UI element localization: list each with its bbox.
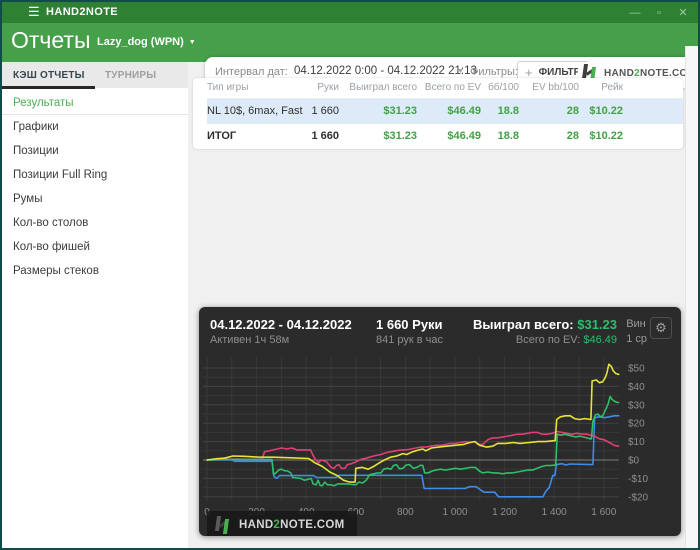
graph-hands: 1 660 Руки 841 рук в час (376, 317, 444, 346)
col-bb100[interactable]: бб/100 (481, 78, 519, 98)
graph-hands-per-hour: 841 рук в час (376, 334, 444, 346)
active-tab-underline (2, 86, 95, 89)
graph-settings-button[interactable]: ⚙ (650, 317, 672, 339)
app-title: HAND2NOTE (46, 6, 119, 18)
table-row[interactable]: NL 10$, 6max, Fast 1 660 $31.23 $46.49 1… (207, 97, 683, 124)
sidebar: КЭШ ОТЧЕТЫ ТУРНИРЫ Результаты Графики По… (2, 62, 188, 548)
svg-text:$20: $20 (628, 419, 645, 430)
page-title: Отчеты (11, 27, 91, 53)
graph-date-range: 04.12.2022 - 04.12.2022 Активен 1ч 58м (210, 317, 352, 346)
svg-text:1 400: 1 400 (542, 507, 567, 518)
app-window: ☰ HAND2NOTE — ▫ ✕ Отчеты Lazy_dog (WPN) ▼… (0, 0, 700, 550)
svg-text:$40: $40 (628, 382, 645, 393)
graph-panel: 04.12.2022 - 04.12.2022 Активен 1ч 58м 1… (199, 307, 681, 536)
svg-text:-$10: -$10 (628, 474, 648, 485)
sidebar-tabbar: КЭШ ОТЧЕТЫ ТУРНИРЫ (2, 62, 188, 89)
tab-tournaments[interactable]: ТУРНИРЫ (105, 62, 156, 88)
filters-label: Фильтры: (470, 66, 518, 78)
close-icon[interactable]: ✕ (676, 6, 690, 20)
sidebar-item-positions-full-ring[interactable]: Позиции Full Ring (2, 163, 188, 187)
table-row-total[interactable]: ИТОГ 1 660 $31.23 $46.49 18.8 28 $10.22 (207, 123, 683, 148)
sidebar-item-stack-sizes[interactable]: Размеры стеков (2, 259, 188, 283)
graph-extra-stats: Вин 1 ср (626, 318, 647, 345)
add-filter-label: ФИЛЬТР (538, 66, 581, 78)
svg-text:1 200: 1 200 (492, 507, 517, 518)
graph-active-time: Активен 1ч 58м (210, 334, 290, 346)
col-hands[interactable]: Руки (303, 78, 339, 98)
account-dropdown[interactable]: Lazy_dog (WPN) ▼ (97, 36, 196, 48)
sidebar-item-graphs[interactable]: Графики (2, 115, 188, 139)
sidebar-item-results[interactable]: Результаты (2, 91, 188, 115)
window-controls: — ▫ ✕ (628, 2, 690, 23)
tab-cash-reports[interactable]: КЭШ ОТЧЕТЫ (13, 62, 85, 88)
chart-watermark: HAND2NOTE.COM (207, 511, 357, 536)
hand2note-logo-icon (214, 516, 231, 534)
col-ev-bb100[interactable]: EV bb/100 (519, 78, 579, 98)
titlebar: ☰ HAND2NOTE — ▫ ✕ (2, 2, 698, 23)
scrollbar[interactable] (685, 46, 698, 548)
svg-text:$10: $10 (628, 437, 645, 448)
ev-total-label: Всего по EV: (515, 334, 581, 346)
svg-text:-$20: -$20 (628, 492, 648, 503)
col-ev-total[interactable]: Всего по EV (417, 78, 481, 98)
page-header: Отчеты Lazy_dog (WPN) ▼ Интервал дат: 04.… (2, 23, 698, 88)
won-total-label: Выиграл всего: (473, 317, 574, 332)
col-rake[interactable]: Рейк (579, 78, 623, 98)
results-table: Тип игры Руки Выиграл всего Всего по EV … (207, 78, 683, 148)
minimize-icon[interactable]: — (628, 6, 642, 20)
maximize-icon[interactable]: ▫ (652, 6, 666, 20)
sidebar-item-positions[interactable]: Позиции (2, 139, 188, 163)
gear-icon: ⚙ (655, 320, 667, 335)
graph-stats: Выиграл всего: $31.23 Всего по EV: $46.4… (473, 316, 617, 347)
ev-total-value: $46.49 (583, 334, 617, 346)
col-game-type[interactable]: Тип игры (207, 78, 303, 98)
interval-label: Интервал дат: (215, 66, 288, 78)
svg-text:$50: $50 (628, 364, 645, 375)
chevron-down-icon[interactable]: ▼ (457, 68, 464, 75)
won-total-value: $31.23 (577, 317, 617, 332)
svg-text:1 000: 1 000 (442, 507, 467, 518)
svg-text:$30: $30 (628, 400, 645, 411)
svg-text:1 600: 1 600 (591, 507, 616, 518)
col-won-total[interactable]: Выиграл всего (339, 78, 417, 98)
sidebar-item-table-count[interactable]: Кол-во столов (2, 211, 188, 235)
winnings-chart: 02004006008001 0001 2001 4001 600$50$40$… (199, 353, 681, 536)
table-header-row: Тип игры Руки Выиграл всего Всего по EV … (207, 78, 683, 98)
brand-text: HAND2NOTE.COM (604, 67, 697, 79)
chevron-down-icon: ▼ (188, 39, 196, 46)
sidebar-item-rooms[interactable]: Румы (2, 187, 188, 211)
svg-text:$0: $0 (628, 456, 640, 467)
winnings-chart-svg: 02004006008001 0001 2001 4001 600$50$40$… (203, 357, 648, 518)
sidebar-item-chip-count[interactable]: Кол-во фишей (2, 235, 188, 259)
svg-text:800: 800 (397, 507, 414, 518)
results-table-card: Тип игры Руки Выиграл всего Всего по EV … (193, 78, 683, 149)
menu-icon[interactable]: ☰ (28, 4, 40, 20)
account-name: Lazy_dog (WPN) (97, 36, 184, 48)
